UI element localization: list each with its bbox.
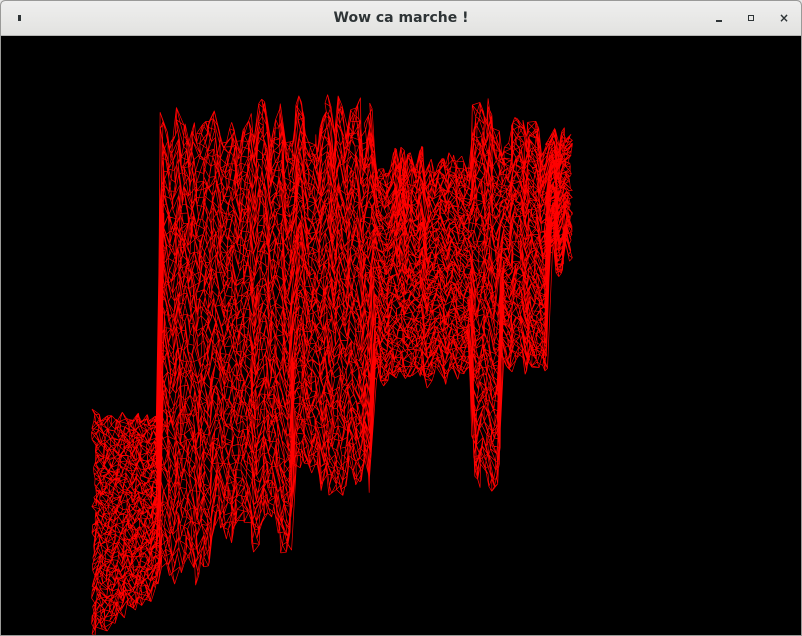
close-button[interactable]: × [774, 8, 794, 28]
minimize-icon [716, 19, 722, 22]
window-title: Wow ca marche ! [333, 10, 469, 26]
maximize-button[interactable] [741, 8, 761, 28]
mesh-wireframe-lines [91, 94, 573, 635]
render-viewport[interactable] [2, 36, 801, 635]
maximize-icon [748, 15, 754, 21]
wireframe-terrain-mesh [2, 36, 801, 635]
application-window: Wow ca marche ! × [0, 0, 802, 636]
minimize-button[interactable] [709, 8, 729, 28]
close-icon: × [778, 11, 790, 25]
title-bar[interactable]: Wow ca marche ! × [1, 1, 801, 36]
